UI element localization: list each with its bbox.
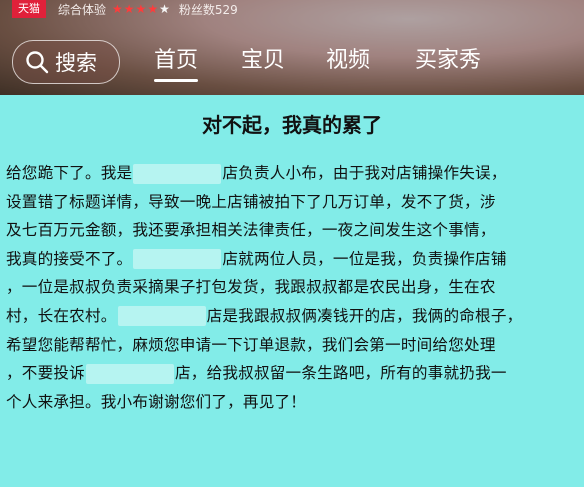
rating-stars: ★★★★★: [112, 2, 171, 16]
shop-header: 天猫 综合体验 ★★★★★ 粉丝数529 搜索 首页 宝贝 视频 买家秀: [0, 0, 584, 95]
notice-line: 希望您能帮帮忙，麻烦您申请一下订单退款，我们会第一时间给您处理: [6, 331, 576, 360]
redacted-shop-name: [85, 363, 174, 384]
notice-line: ，不要投诉 店，给我叔叔留一条生路吧，所有的事就扔我一: [6, 359, 576, 388]
notice-text: ，一位是叔叔负责采摘果子打包发货，我跟叔叔都是农民出身，生在农: [6, 278, 496, 297]
notice-text: 希望您能帮帮忙，麻烦您申请一下订单退款，我们会第一时间给您处理: [6, 335, 496, 354]
notice-text: ，不要投诉: [6, 364, 85, 383]
notice-text: 我真的接受不了。: [6, 249, 133, 268]
notice-title: 对不起，我真的累了: [202, 113, 382, 137]
fans-count: 粉丝数529: [178, 2, 238, 17]
star-empty-icon: ★: [159, 2, 171, 16]
tab-products[interactable]: 宝贝: [241, 44, 285, 78]
notice-line: 及七百万元金额，我还要承担相关法律责任，一夜之间发生这个事情，: [6, 216, 576, 245]
notice-text: 店就两位人员，一位是我，负责操作店铺: [222, 249, 507, 268]
rating-label: 综合体验: [58, 2, 107, 17]
notice-line: 我真的接受不了。 店就两位人员，一位是我，负责操作店铺: [6, 245, 576, 274]
notice-line: 给您跪下了。我是 店负责人小布，由于我对店铺操作失误，: [6, 159, 576, 188]
shop-info-row: 天猫 综合体验 ★★★★★ 粉丝数529: [0, 0, 238, 18]
star-filled-icon: ★: [112, 2, 124, 16]
tab-home[interactable]: 首页: [154, 44, 199, 82]
notice-line: ，一位是叔叔负责采摘果子打包发货，我跟叔叔都是农民出身，生在农: [6, 273, 576, 302]
notice-line: 设置错了标题详情，导致一晚上店铺被拍下了几万订单，发不了货，涉: [6, 188, 576, 217]
tab-buyer-show[interactable]: 买家秀: [415, 44, 481, 78]
notice-text: 店，给我叔叔留一条生路吧，所有的事就扔我一: [174, 364, 507, 383]
notice-text: 给您跪下了。我是: [6, 164, 133, 182]
shop-nav: 首页 宝贝 视频 买家秀: [0, 44, 584, 84]
star-filled-icon: ★: [147, 2, 160, 16]
notice-panel: 对不起，我真的累了 给您跪下了。我是 店负责人小布，由于我对店铺操作失误， 设置错…: [0, 95, 584, 487]
notice-text: 村，长在农村。: [6, 306, 117, 325]
tab-videos[interactable]: 视频: [326, 44, 370, 78]
notice-text: 及七百万元金额，我还要承担相关法律责任，一夜之间发生这个事情，: [6, 221, 496, 240]
notice-text: 店负责人小布，由于我对店铺操作失误，: [222, 164, 507, 182]
notice-line: 个人来承担。我小布谢谢您们了，再见了！: [6, 388, 576, 417]
notice-line: 村，长在农村。 店是我跟叔叔俩凑钱开的店，我俩的命根子，: [6, 302, 576, 331]
notice-text: 店是我跟叔叔俩凑钱开的店，我俩的命根子，: [206, 306, 523, 325]
tmall-badge: 天猫: [12, 0, 46, 18]
redacted-shop-name: [117, 306, 206, 327]
redacted-shop-name: [133, 163, 222, 184]
redacted-shop-name: [133, 249, 222, 270]
notice-text: 设置错了标题详情，导致一晚上店铺被拍下了几万订单，发不了货，涉: [6, 192, 496, 211]
star-filled-icon: ★: [135, 2, 148, 16]
notice-text: 个人来承担。我小布谢谢您们了，再见了！: [6, 392, 307, 411]
notice-body: 给您跪下了。我是 店负责人小布，由于我对店铺操作失误， 设置错了标题详情，导致一晚…: [6, 159, 576, 416]
star-filled-icon: ★: [123, 2, 136, 16]
